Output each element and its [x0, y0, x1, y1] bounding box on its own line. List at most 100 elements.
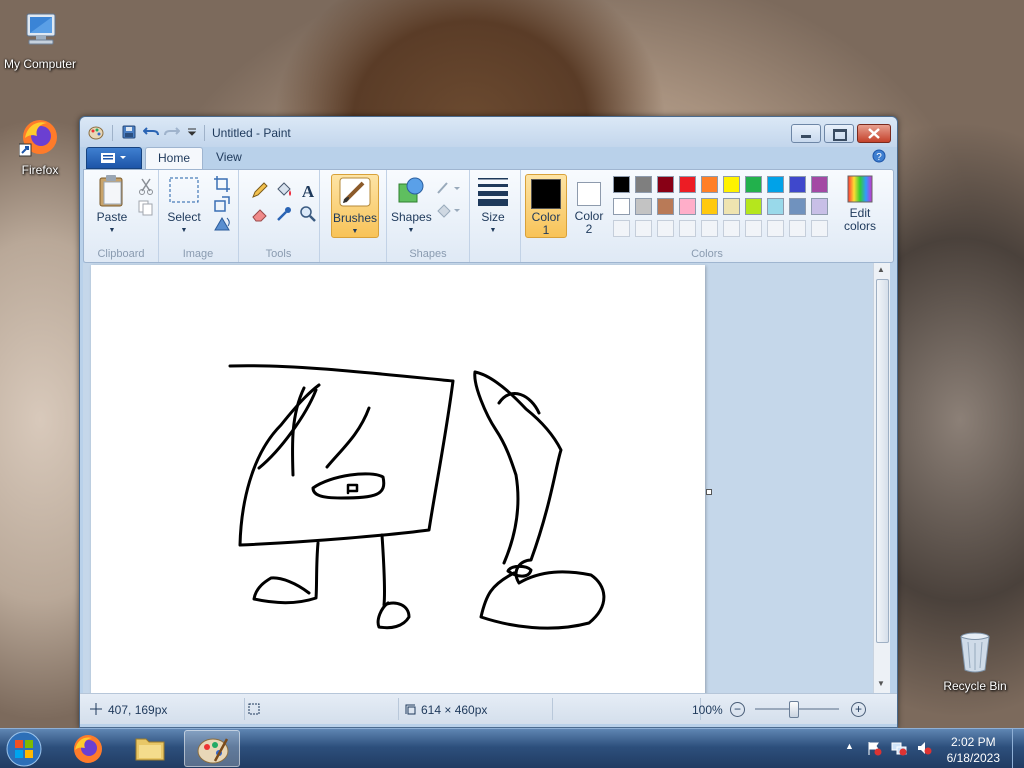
- close-button[interactable]: [857, 124, 891, 143]
- palette-swatch[interactable]: [657, 220, 674, 237]
- paint-app-icon[interactable]: [88, 124, 104, 140]
- brushes-label: Brushes: [332, 211, 378, 225]
- color-picker-icon[interactable]: [274, 204, 294, 224]
- volume-muted-icon[interactable]: [916, 740, 932, 756]
- desktop-icon-recycle-bin[interactable]: Recycle Bin: [935, 630, 1015, 693]
- zoom-slider[interactable]: [755, 701, 839, 718]
- cut-icon[interactable]: [136, 176, 156, 196]
- scroll-down-icon[interactable]: ▼: [877, 679, 885, 688]
- palette-swatch[interactable]: [811, 220, 828, 237]
- desktop-icon-my-computer[interactable]: My Computer: [0, 10, 80, 71]
- scroll-up-icon[interactable]: ▲: [877, 265, 885, 274]
- paste-button[interactable]: Paste ▼: [92, 174, 132, 237]
- palette-swatch[interactable]: [767, 198, 784, 215]
- show-hidden-icons[interactable]: ▲: [845, 741, 854, 751]
- palette-swatch[interactable]: [723, 176, 740, 193]
- palette-swatch[interactable]: [679, 220, 696, 237]
- palette-swatch[interactable]: [635, 220, 652, 237]
- palette-swatch[interactable]: [701, 220, 718, 237]
- canvas-resize-handle[interactable]: [706, 489, 712, 495]
- zoom-in-button[interactable]: +: [851, 702, 866, 717]
- action-center-flag-icon[interactable]: [866, 740, 882, 756]
- palette-swatch[interactable]: [811, 198, 828, 215]
- group-label-image: Image: [182, 248, 214, 260]
- brushes-button[interactable]: Brushes ▼: [331, 174, 379, 238]
- customize-toolbar-icon[interactable]: [184, 124, 200, 140]
- palette-swatch[interactable]: [679, 198, 696, 215]
- taskbar-paint[interactable]: [184, 730, 240, 767]
- pencil-icon[interactable]: [250, 180, 270, 200]
- palette-swatch[interactable]: [701, 198, 718, 215]
- palette-swatch[interactable]: [613, 198, 630, 215]
- palette-swatch[interactable]: [613, 220, 630, 237]
- tab-home[interactable]: Home: [145, 147, 204, 169]
- network-icon[interactable]: [891, 740, 907, 756]
- palette-swatch[interactable]: [789, 198, 806, 215]
- canvas-workspace[interactable]: [83, 263, 877, 693]
- outline-icon[interactable]: [435, 178, 463, 198]
- shapes-icon: [398, 177, 424, 203]
- resize-icon[interactable]: [212, 194, 232, 214]
- magnifier-icon[interactable]: [298, 204, 318, 224]
- palette-swatch[interactable]: [745, 198, 762, 215]
- eraser-icon[interactable]: [250, 204, 270, 224]
- maximize-button[interactable]: [824, 124, 854, 143]
- zoom-out-button[interactable]: −: [730, 702, 745, 717]
- color2-button[interactable]: Color 2: [569, 174, 609, 236]
- svg-text:?: ?: [876, 152, 882, 163]
- chevron-down-icon: ▼: [108, 227, 116, 234]
- palette-swatch[interactable]: [789, 220, 806, 237]
- palette-swatch[interactable]: [789, 176, 806, 193]
- scroll-thumb[interactable]: [876, 279, 889, 643]
- select-button[interactable]: Select ▼: [164, 174, 204, 237]
- taskbar-firefox[interactable]: [60, 730, 116, 767]
- shapes-button[interactable]: Shapes ▼: [391, 174, 432, 237]
- undo-icon[interactable]: [143, 124, 159, 140]
- crop-icon[interactable]: [212, 174, 232, 194]
- title-bar[interactable]: Untitled - Paint: [80, 117, 897, 147]
- group-label-shapes: Shapes: [409, 248, 447, 260]
- shape-fill-icon[interactable]: [435, 200, 463, 220]
- palette-swatch[interactable]: [635, 198, 652, 215]
- palette-swatch[interactable]: [767, 176, 784, 193]
- palette-swatch[interactable]: [701, 176, 718, 193]
- start-button[interactable]: [4, 730, 44, 768]
- palette-swatch[interactable]: [613, 176, 630, 193]
- vertical-scrollbar[interactable]: ▲ ▼: [873, 263, 890, 693]
- qa-separator: [204, 125, 205, 141]
- zoom-slider-thumb[interactable]: [789, 701, 799, 718]
- palette-swatch[interactable]: [745, 220, 762, 237]
- paint-menu-button[interactable]: [86, 147, 142, 169]
- palette-swatch[interactable]: [767, 220, 784, 237]
- tab-view[interactable]: View: [204, 147, 254, 168]
- minimize-button[interactable]: [791, 124, 821, 143]
- fill-icon[interactable]: [274, 180, 294, 200]
- show-desktop-button[interactable]: [1012, 729, 1024, 768]
- image-size: 614 × 460px: [421, 703, 488, 717]
- palette-swatch[interactable]: [635, 176, 652, 193]
- redo-icon[interactable]: [164, 124, 180, 140]
- taskbar-file-explorer[interactable]: [122, 730, 178, 767]
- rotate-icon[interactable]: [212, 214, 232, 234]
- taskbar-clock[interactable]: 2:02 PM 6/18/2023: [947, 734, 1000, 766]
- close-icon: [868, 128, 880, 139]
- palette-swatch[interactable]: [657, 198, 674, 215]
- palette-swatch[interactable]: [679, 176, 696, 193]
- palette-swatch[interactable]: [723, 220, 740, 237]
- stroke-foot: [506, 564, 533, 578]
- palette-swatch[interactable]: [657, 176, 674, 193]
- desktop-icon-label: My Computer: [3, 57, 77, 71]
- text-icon[interactable]: A: [298, 180, 318, 200]
- size-button[interactable]: Size ▼: [473, 174, 513, 237]
- desktop-icon-firefox[interactable]: Firefox: [0, 116, 80, 177]
- copy-icon[interactable]: [136, 198, 156, 218]
- help-icon[interactable]: ?: [872, 149, 886, 163]
- edit-colors-button[interactable]: Edit colors: [837, 174, 883, 233]
- palette-swatch[interactable]: [811, 176, 828, 193]
- palette-swatch[interactable]: [723, 198, 740, 215]
- save-icon[interactable]: [121, 124, 137, 140]
- drawing-canvas[interactable]: [91, 265, 705, 693]
- palette-swatch[interactable]: [745, 176, 762, 193]
- color1-button[interactable]: Color 1: [525, 174, 567, 238]
- selection-size-icon: [248, 703, 260, 715]
